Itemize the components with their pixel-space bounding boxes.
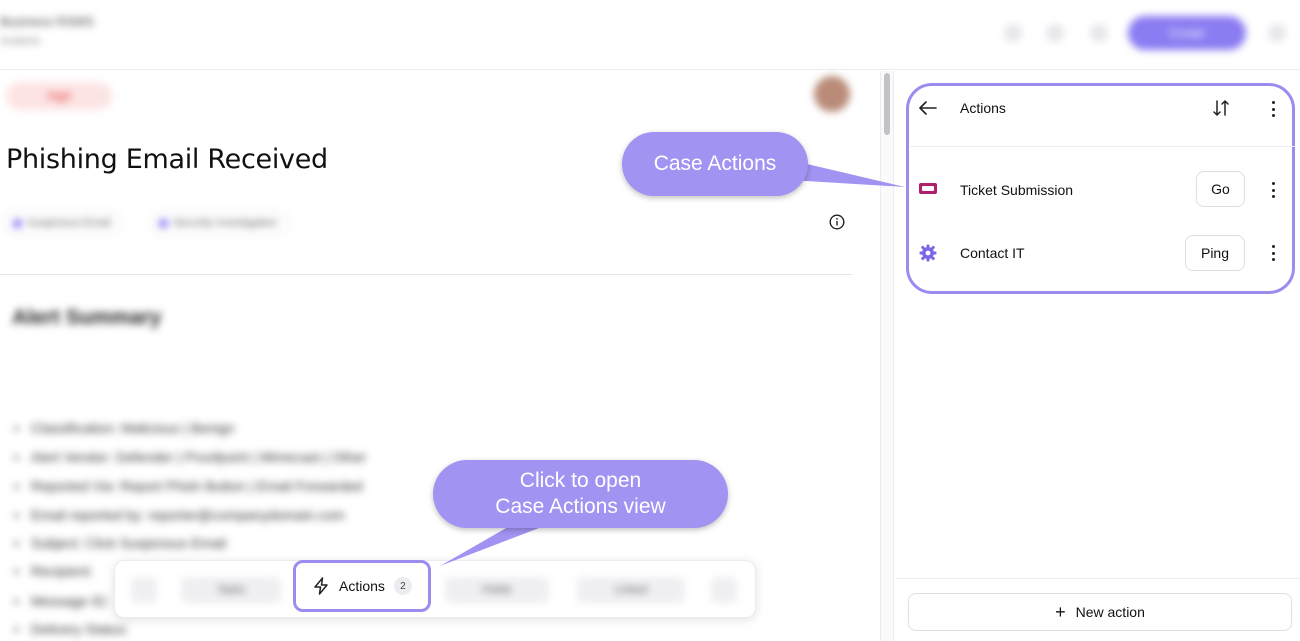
- collapse-icon[interactable]: [131, 577, 157, 603]
- panel-footer-divider: [895, 578, 1300, 579]
- row-more-icon[interactable]: [1270, 245, 1276, 261]
- app-root: Business RSMS Incidents Create High Phis…: [0, 0, 1300, 641]
- notification-icon[interactable]: [1004, 24, 1022, 42]
- go-button[interactable]: Go: [1196, 171, 1245, 207]
- plus-icon: +: [1055, 602, 1066, 622]
- ping-button[interactable]: Ping: [1185, 235, 1245, 271]
- scroll-thumb[interactable]: [884, 73, 890, 135]
- help-icon[interactable]: [1046, 24, 1064, 42]
- info-icon[interactable]: [829, 214, 845, 230]
- actions-button-label: Actions: [339, 578, 385, 594]
- list-item: Email reported by: reporter@companydomai…: [14, 507, 345, 523]
- actions-count-badge: 2: [393, 577, 412, 595]
- menu-icon[interactable]: [1268, 24, 1286, 42]
- callout-text-line1: Click to open: [519, 469, 642, 492]
- list-item: Alert Vendor: Defender | Proofpoint | Mi…: [14, 449, 366, 465]
- severity-badge: High: [6, 82, 112, 110]
- summary-heading: Alert Summary: [12, 306, 162, 329]
- case-tag[interactable]: Security Investigation: [150, 210, 289, 236]
- case-tag[interactable]: Suspicious Email: [4, 210, 122, 236]
- top-bar: Business RSMS Incidents Create: [0, 0, 1300, 70]
- ticket-icon: [919, 183, 937, 194]
- callout-open-actions: Click to open Case Actions view: [433, 460, 728, 528]
- expand-icon[interactable]: [711, 577, 737, 603]
- sort-icon[interactable]: [1212, 99, 1230, 117]
- settings-icon[interactable]: [1090, 24, 1108, 42]
- list-item: Delivery Status:: [14, 621, 129, 637]
- page-title: Phishing Email Received: [6, 144, 328, 175]
- new-action-button[interactable]: + New action: [908, 593, 1292, 631]
- callout-text: Case Actions: [653, 152, 777, 175]
- list-item: Subject: Click Suspicious Email: [14, 535, 226, 551]
- toolbar-fields[interactable]: Fields: [445, 577, 549, 603]
- list-item: Recipient:: [14, 563, 93, 579]
- create-button[interactable]: Create: [1128, 16, 1246, 50]
- callout-text-line2: Case Actions view: [495, 495, 666, 518]
- panel-more-icon[interactable]: [1270, 101, 1276, 117]
- avatar[interactable]: [814, 76, 850, 112]
- list-item: Reported Via: Report Phish Button | Emai…: [14, 478, 363, 494]
- panel-title: Actions: [960, 100, 1006, 116]
- list-item: Message ID:: [14, 593, 110, 609]
- workspace-subtitle: Incidents: [0, 36, 41, 47]
- back-arrow-icon[interactable]: [918, 100, 938, 116]
- lightning-icon: [314, 577, 328, 595]
- toolbar-tasks[interactable]: Tasks: [181, 577, 281, 603]
- workspace-title: Business RSMS: [0, 14, 94, 29]
- toolbar-linked[interactable]: Linked: [577, 577, 685, 603]
- content-divider: [0, 274, 852, 275]
- actions-button[interactable]: Actions 2: [293, 560, 431, 612]
- action-row-label: Contact IT: [960, 245, 1025, 261]
- panel-header-divider: [910, 146, 1295, 147]
- new-action-label: New action: [1075, 604, 1145, 620]
- row-more-icon[interactable]: [1270, 182, 1276, 198]
- gear-icon: [919, 244, 937, 262]
- scrollbar[interactable]: [880, 71, 894, 641]
- callout-case-actions: Case Actions: [622, 132, 808, 196]
- action-row-label: Ticket Submission: [960, 182, 1074, 198]
- list-item: Classification: Malicious | Benign: [14, 420, 235, 436]
- case-toolbar: Tasks Fields Linked: [114, 560, 756, 618]
